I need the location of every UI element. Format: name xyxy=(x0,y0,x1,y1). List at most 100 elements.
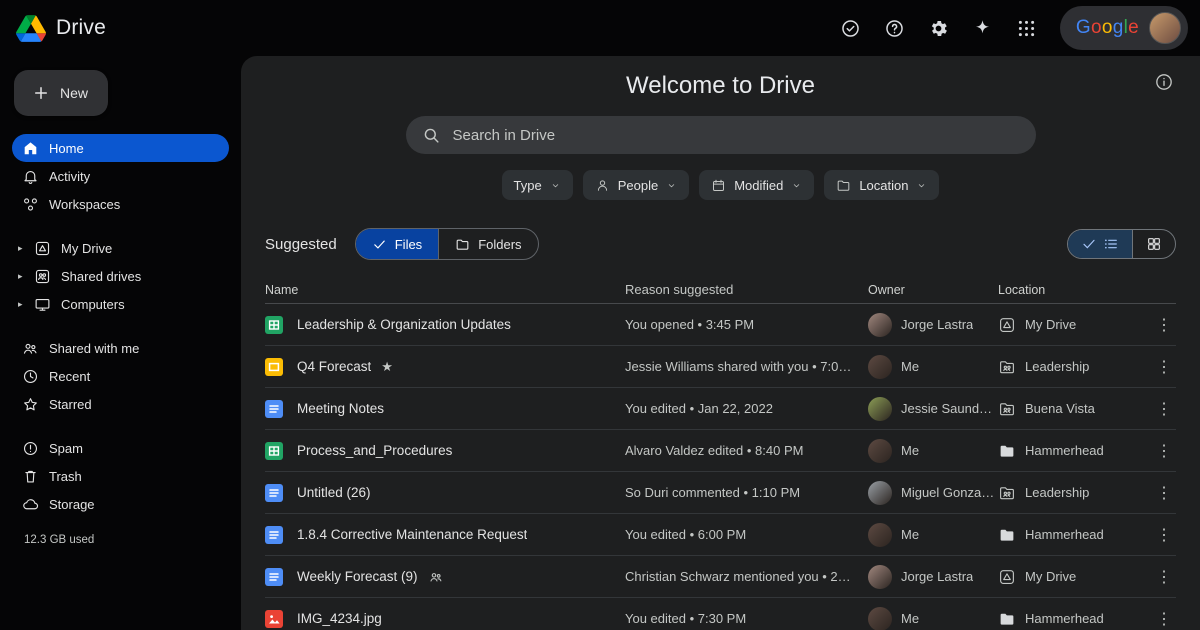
chevron-down-icon xyxy=(916,180,927,191)
sidebar-item-home[interactable]: Home xyxy=(12,134,229,162)
home-icon xyxy=(22,140,39,157)
more-options-icon[interactable]: ⋮ xyxy=(1152,523,1176,547)
nav-group-main: Home Activity Workspaces xyxy=(12,134,229,218)
search-input[interactable] xyxy=(453,127,1020,144)
file-name: Weekly Forecast (9) xyxy=(297,569,418,584)
chevron-right-icon[interactable]: ▸ xyxy=(18,243,23,254)
reason-text: Alvaro Valdez edited • 8:40 PM xyxy=(625,443,803,458)
more-options-icon[interactable]: ⋮ xyxy=(1152,439,1176,463)
file-name: Meeting Notes xyxy=(297,401,384,416)
chevron-down-icon xyxy=(550,180,561,191)
table-row[interactable]: 1.8.4 Corrective Maintenance Request You… xyxy=(265,514,1176,556)
help-button[interactable] xyxy=(874,7,916,49)
table-row[interactable]: Meeting Notes You edited • Jan 22, 2022 … xyxy=(265,388,1176,430)
more-options-icon[interactable]: ⋮ xyxy=(1152,313,1176,337)
owner-avatar xyxy=(868,607,892,630)
sidebar-item-recent[interactable]: Recent xyxy=(12,362,229,390)
sidebar-item-my-drive[interactable]: ▸ My Drive xyxy=(12,234,229,262)
reason-text: You edited • 6:00 PM xyxy=(625,527,746,542)
more-options-icon[interactable]: ⋮ xyxy=(1152,565,1176,589)
reason-text: You edited • Jan 22, 2022 xyxy=(625,401,773,416)
sidebar-item-spam[interactable]: Spam xyxy=(12,434,229,462)
folder-icon xyxy=(998,442,1016,460)
owner-name: Me xyxy=(901,527,919,542)
gemini-sparkle-icon xyxy=(972,18,993,39)
my-drive-location-icon xyxy=(998,568,1016,586)
settings-button[interactable] xyxy=(918,7,960,49)
filter-chip-modified[interactable]: Modified xyxy=(699,170,814,200)
sidebar-item-workspaces[interactable]: Workspaces xyxy=(12,190,229,218)
bell-icon xyxy=(22,168,39,185)
google-account-pill[interactable]: Google xyxy=(1060,6,1188,50)
grid-view-button[interactable] xyxy=(1132,230,1175,258)
table-row[interactable]: Process_and_Procedures Alvaro Valdez edi… xyxy=(265,430,1176,472)
account-avatar[interactable] xyxy=(1149,12,1181,44)
location-name: Buena Vista xyxy=(1025,401,1095,416)
folder-icon xyxy=(998,610,1016,628)
location-name: Hammerhead xyxy=(1025,527,1104,542)
grid-view-icon xyxy=(1146,236,1162,252)
check-icon xyxy=(372,237,387,252)
offline-status-icon xyxy=(840,18,861,39)
owner-name: Jorge Lastra xyxy=(901,569,973,584)
more-options-icon[interactable]: ⋮ xyxy=(1152,397,1176,421)
filter-chip-location[interactable]: Location xyxy=(824,170,939,200)
table-row[interactable]: IMG_4234.jpg You edited • 7:30 PM Me Ham… xyxy=(265,598,1176,630)
sidebar-item-activity[interactable]: Activity xyxy=(12,162,229,190)
folders-toggle-button[interactable]: Folders xyxy=(438,229,537,259)
table-row[interactable]: Leadership & Organization Updates You op… xyxy=(265,304,1176,346)
check-icon xyxy=(1081,236,1097,252)
drive-logo-icon xyxy=(16,15,46,42)
more-options-icon[interactable]: ⋮ xyxy=(1152,607,1176,630)
owner-name: Me xyxy=(901,443,919,458)
file-type-icon xyxy=(265,610,283,628)
chevron-down-icon xyxy=(666,180,677,191)
chevron-right-icon[interactable]: ▸ xyxy=(18,271,23,282)
folder-icon xyxy=(455,237,470,252)
sidebar-item-storage[interactable]: Storage xyxy=(12,490,229,518)
more-options-icon[interactable]: ⋮ xyxy=(1152,355,1176,379)
owner-avatar xyxy=(868,439,892,463)
offline-status-button[interactable] xyxy=(830,7,872,49)
table-row[interactable]: Q4 Forecast ★ Jessie Williams shared wit… xyxy=(265,346,1176,388)
search-bar[interactable] xyxy=(406,116,1036,154)
shared-folder-icon xyxy=(998,400,1016,418)
filter-chip-type[interactable]: Type xyxy=(502,170,573,200)
filter-chip-people[interactable]: People xyxy=(583,170,689,200)
chevron-right-icon[interactable]: ▸ xyxy=(18,299,23,310)
table-row[interactable]: Untitled (26) So Duri commented • 1:10 P… xyxy=(265,472,1176,514)
sidebar-item-computers[interactable]: ▸ Computers xyxy=(12,290,229,318)
sidebar-item-trash[interactable]: Trash xyxy=(12,462,229,490)
apps-grid-button[interactable] xyxy=(1006,7,1048,49)
owner-name: Me xyxy=(901,611,919,626)
files-toggle-button[interactable]: Files xyxy=(356,229,438,259)
storage-used-text: 12.3 GB used xyxy=(12,534,229,546)
apps-grid-icon xyxy=(1016,18,1037,39)
sidebar-item-shared-with-me[interactable]: Shared with me xyxy=(12,334,229,362)
owner-name: Jessie Saund… xyxy=(901,401,992,416)
workspaces-icon xyxy=(22,196,39,213)
table-body: Leadership & Organization Updates You op… xyxy=(265,304,1176,630)
person-icon xyxy=(595,178,610,193)
reason-text: Christian Schwarz mentioned you • 2… xyxy=(625,569,851,584)
file-type-icon xyxy=(265,400,283,418)
table-header: Name Reason suggested Owner Location xyxy=(265,276,1176,304)
drive-brand[interactable]: Drive xyxy=(16,15,106,42)
sidebar: New Home Activity Workspaces ▸ xyxy=(0,56,241,630)
list-view-button[interactable] xyxy=(1068,230,1132,258)
reason-text: You edited • 7:30 PM xyxy=(625,611,746,626)
gemini-button[interactable] xyxy=(962,7,1004,49)
calendar-icon xyxy=(711,178,726,193)
info-button[interactable] xyxy=(1154,72,1174,97)
header-location: Location xyxy=(998,283,1045,297)
more-options-icon[interactable]: ⋮ xyxy=(1152,481,1176,505)
table-row[interactable]: Weekly Forecast (9) Christian Schwarz me… xyxy=(265,556,1176,598)
nav-group-shared: Shared with me Recent Starred xyxy=(12,334,229,418)
list-view-icon xyxy=(1103,236,1119,252)
topbar-actions: Google xyxy=(830,6,1188,50)
sidebar-item-starred[interactable]: Starred xyxy=(12,390,229,418)
file-name: Q4 Forecast xyxy=(297,359,371,374)
sidebar-item-shared-drives[interactable]: ▸ Shared drives xyxy=(12,262,229,290)
new-button[interactable]: New xyxy=(14,70,108,116)
file-type-icon xyxy=(265,526,283,544)
